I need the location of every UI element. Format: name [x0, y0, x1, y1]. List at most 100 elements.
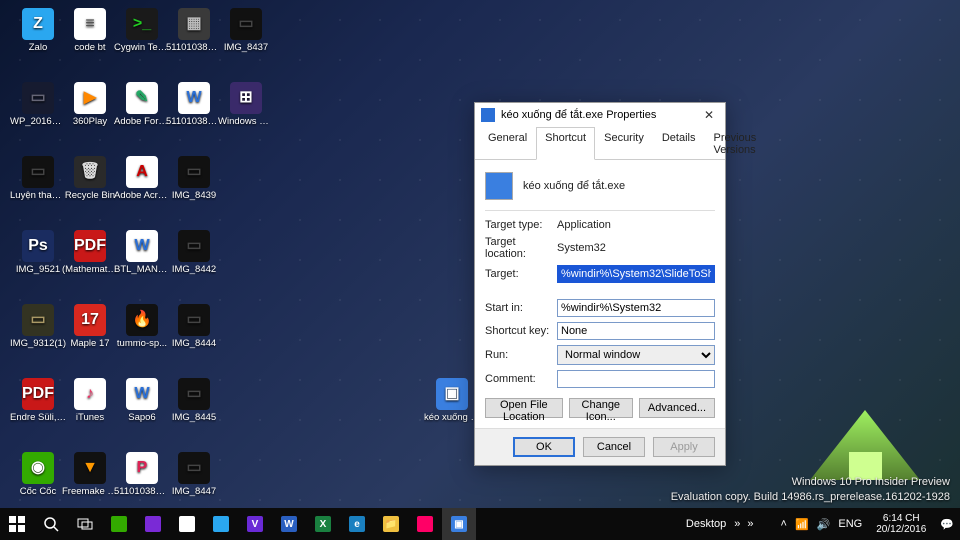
desktop-icon[interactable]: ▭ IMG_8445: [168, 378, 220, 423]
search-icon[interactable]: [34, 508, 68, 540]
titlebar[interactable]: kéo xuống để tắt.exe Properties ✕: [475, 103, 725, 127]
desktop-icon[interactable]: ▶360Play: [64, 82, 116, 127]
desktop-toolbar-label[interactable]: Desktop: [686, 518, 726, 530]
taskview-icon[interactable]: [68, 508, 102, 540]
file-icon: ▭: [22, 304, 54, 336]
icon-label: Freemake Video C...: [62, 487, 118, 497]
desktop-icon[interactable]: ▭IMG_8444: [168, 304, 220, 349]
desktop-icon[interactable]: PDFEndre Süli, David F. M...: [12, 378, 64, 423]
desktop-icon[interactable]: PDF(Mathematics Series) Davi...: [64, 230, 116, 275]
tray-chevron-up-icon[interactable]: ˄: [781, 518, 787, 530]
desktop-icon[interactable]: ▼ Freemake Video C...: [64, 452, 116, 497]
taskbar-app[interactable]: V: [238, 508, 272, 540]
icon-label: tummo-sp...: [117, 339, 167, 349]
open-file-location-button[interactable]: Open File Location: [485, 398, 563, 418]
file-icon: ◉: [22, 452, 54, 484]
apply-button[interactable]: Apply: [653, 437, 715, 457]
taskbar-app[interactable]: [408, 508, 442, 540]
tab-security[interactable]: Security: [595, 127, 653, 160]
icon-label: (Mathematics Series) Davi...: [62, 265, 118, 275]
taskbar-app[interactable]: ▣: [442, 508, 476, 540]
desktop-icon[interactable]: ⊞Windows Device ...: [220, 82, 272, 127]
icon-label: BTL_MANG...: [114, 265, 170, 275]
run-select[interactable]: Normal window: [557, 345, 715, 365]
file-icon: ▭: [178, 378, 210, 410]
file-icon: ▭: [178, 304, 210, 336]
icon-label: iTunes: [76, 413, 104, 423]
file-icon: >_: [126, 8, 158, 40]
cancel-button[interactable]: Cancel: [583, 437, 645, 457]
desktop-icon[interactable]: >_Cygwin Terminal: [116, 8, 168, 53]
file-icon: A: [126, 156, 158, 188]
clock[interactable]: 6:14 CH 20/12/2016: [870, 513, 932, 535]
desktop-icon[interactable]: W51101038_N...: [168, 82, 220, 127]
tab-previous-versions[interactable]: Previous Versions: [704, 127, 765, 160]
desktop-icon[interactable]: W BTL_MANG...: [116, 230, 168, 275]
action-center-icon[interactable]: 💬: [940, 518, 954, 531]
icon-label: 360Play: [73, 117, 107, 127]
desktop-icon[interactable]: ▣kéo xuống để tắt.exe: [426, 378, 478, 423]
icon-label: IMG_8445: [172, 413, 216, 423]
desktop-icon[interactable]: ♪iTunes: [64, 378, 116, 423]
file-icon: W: [126, 230, 158, 262]
app-icon: [145, 516, 161, 532]
desktop-icon[interactable]: ▭IMG_8442: [168, 230, 220, 275]
tab-shortcut[interactable]: Shortcut: [536, 127, 595, 160]
network-icon[interactable]: 📶: [795, 518, 809, 531]
icon-label: IMG_9312(1): [10, 339, 66, 349]
toolbar-chevrons[interactable]: » »: [734, 518, 755, 530]
taskbar-app[interactable]: [204, 508, 238, 540]
tab-general[interactable]: General: [479, 127, 536, 160]
desktop-icon[interactable]: 🗑Recycle Bin: [64, 156, 116, 201]
taskbar-app[interactable]: [102, 508, 136, 540]
taskbar-app[interactable]: [170, 508, 204, 540]
start-button[interactable]: [0, 508, 34, 540]
desktop-icon[interactable]: ◉Cốc Cốc: [12, 452, 64, 497]
tab-details[interactable]: Details: [653, 127, 705, 160]
taskbar-app[interactable]: X: [306, 508, 340, 540]
taskbar-app[interactable]: e: [340, 508, 374, 540]
file-icon: ▦: [178, 8, 210, 40]
close-icon[interactable]: ✕: [699, 108, 719, 122]
tab-strip: GeneralShortcutSecurityDetailsPrevious V…: [475, 127, 725, 160]
desktop-icon[interactable]: AAdobe Acrobat ...: [116, 156, 168, 201]
startin-input[interactable]: [557, 299, 715, 317]
volume-icon[interactable]: 🔊: [817, 518, 831, 531]
desktop-icon[interactable]: P51101038_N...: [116, 452, 168, 497]
desktop-icon[interactable]: ▭WP_201606...: [12, 82, 64, 127]
taskbar-app[interactable]: 📁: [374, 508, 408, 540]
language-indicator[interactable]: ENG: [838, 518, 862, 530]
file-icon: Ps: [22, 230, 54, 262]
desktop-icon[interactable]: ✎Adobe FormsCentral: [116, 82, 168, 127]
desktop-icon[interactable]: ▭IMG_8437: [220, 8, 272, 53]
desktop-icon[interactable]: ▭Luyện thanh - cho gion...: [12, 156, 64, 201]
desktop-icon[interactable]: ▭IMG_8439: [168, 156, 220, 201]
desktop-icon[interactable]: 17Maple 17: [64, 304, 116, 349]
startin-label: Start in:: [485, 302, 557, 314]
desktop-icon[interactable]: ▭ IMG_9312(1): [12, 304, 64, 349]
desktop-icon[interactable]: WSapo6: [116, 378, 168, 423]
file-icon: 17: [74, 304, 106, 336]
taskbar-app[interactable]: [136, 508, 170, 540]
comment-input[interactable]: [557, 370, 715, 388]
target-type-label: Target type:: [485, 219, 557, 231]
desktop-icon[interactable]: PsIMG_9521: [12, 230, 64, 275]
watermark-line1: Windows 10 Pro Insider Preview: [671, 475, 950, 489]
desktop-icon[interactable]: ▭IMG_8447: [168, 452, 220, 497]
target-label: Target:: [485, 268, 557, 280]
icon-label: Zalo: [29, 43, 47, 53]
app-icon: V: [247, 516, 263, 532]
icon-label: IMG_8439: [172, 191, 216, 201]
target-input[interactable]: [557, 265, 715, 283]
ok-button[interactable]: OK: [513, 437, 575, 457]
desktop-icon[interactable]: ZZalo: [12, 8, 64, 53]
shortcutkey-input[interactable]: [557, 322, 715, 340]
change-icon-button[interactable]: Change Icon...: [569, 398, 633, 418]
taskbar-app[interactable]: W: [272, 508, 306, 540]
file-icon: ▼: [74, 452, 106, 484]
desktop-icon[interactable]: ▦51101038_N...: [168, 8, 220, 53]
desktop-icon[interactable]: ≡code bt: [64, 8, 116, 53]
icon-label: WP_201606...: [10, 117, 66, 127]
desktop-icon[interactable]: 🔥tummo-sp...: [116, 304, 168, 349]
advanced-button[interactable]: Advanced...: [639, 398, 715, 418]
